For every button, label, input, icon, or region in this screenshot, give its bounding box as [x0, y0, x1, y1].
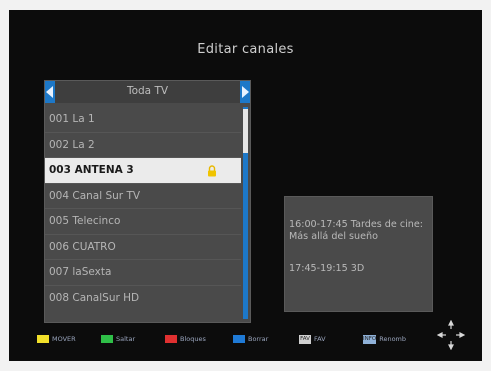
fav-key-icon: FAV: [299, 334, 311, 344]
channel-row[interactable]: 001 La 1: [45, 107, 241, 133]
legend-move-label: MOVER: [52, 335, 76, 343]
legend-skip-label: Saltar: [116, 335, 136, 343]
blue-key-icon: [233, 335, 245, 343]
channel-label: 008 CanalSur HD: [49, 291, 140, 304]
channel-list: 001 La 1 002 La 2 003 ANTENA 3 004 Canal…: [45, 107, 241, 311]
green-key-icon: [101, 335, 113, 343]
channel-label: 006 CUATRO: [49, 240, 116, 253]
channel-row-selected[interactable]: 003 ANTENA 3: [45, 158, 241, 184]
channel-label: 004 Canal Sur TV: [49, 189, 141, 202]
legend-block: Bloques: [165, 332, 206, 346]
arrow-right-icon: [242, 86, 249, 98]
epg-event-current: 16:00-17:45 Tardes de cine: Más allá del…: [289, 219, 423, 242]
key-legend: MOVER Saltar Bloques Borrar FAV FAV INFO…: [9, 332, 482, 346]
legend-block-label: Bloques: [180, 335, 206, 343]
category-prev-button[interactable]: [45, 81, 55, 103]
channel-label: 001 La 1: [49, 113, 95, 125]
scrollbar-thumb[interactable]: [243, 109, 248, 153]
channel-row[interactable]: 006 CUATRO: [45, 235, 241, 260]
channel-label: 003 ANTENA 3: [49, 164, 134, 176]
channel-row[interactable]: 005 Telecinco: [45, 209, 241, 235]
red-key-icon: [165, 335, 177, 343]
channel-row[interactable]: 004 Canal Sur TV: [45, 184, 241, 209]
channel-row[interactable]: 007 laSexta: [45, 260, 241, 286]
info-key-icon: INFO: [363, 334, 377, 344]
lock-icon: [208, 165, 216, 177]
channel-list-panel: Toda TV 001 La 1 002 La 2 003 ANTENA 3 0…: [44, 80, 251, 323]
yellow-key-icon: [37, 335, 49, 343]
legend-delete-label: Borrar: [248, 335, 269, 343]
channel-scrollbar[interactable]: [243, 107, 248, 319]
page-title: Editar canales: [197, 42, 294, 57]
legend-fav: FAV FAV: [299, 332, 326, 346]
channel-row[interactable]: 002 La 2: [45, 133, 241, 158]
arrow-left-icon: [46, 86, 53, 98]
navigation-arrows-icon: [437, 320, 465, 350]
channel-label: 007 laSexta: [49, 266, 112, 278]
epg-event-next: 17:45-19:15 3D: [289, 263, 365, 274]
legend-move: MOVER: [37, 332, 76, 346]
legend-rename: INFO Renomb: [363, 332, 406, 346]
category-label: Toda TV: [126, 85, 169, 97]
epg-info-panel: 16:00-17:45 Tardes de cine: Más allá del…: [284, 196, 433, 312]
legend-rename-label: Renomb: [379, 335, 407, 343]
category-next-button[interactable]: [240, 81, 250, 103]
category-selector[interactable]: Toda TV: [45, 81, 250, 103]
channel-label: 005 Telecinco: [49, 215, 121, 227]
channel-label: 002 La 2: [49, 138, 95, 151]
legend-skip: Saltar: [101, 332, 135, 346]
legend-fav-label: FAV: [314, 335, 326, 343]
channel-row[interactable]: 008 CanalSur HD: [45, 286, 241, 312]
tv-screen: Editar canales Toda TV 001 La 1 002 La 2…: [9, 10, 482, 361]
legend-delete: Borrar: [233, 332, 268, 346]
